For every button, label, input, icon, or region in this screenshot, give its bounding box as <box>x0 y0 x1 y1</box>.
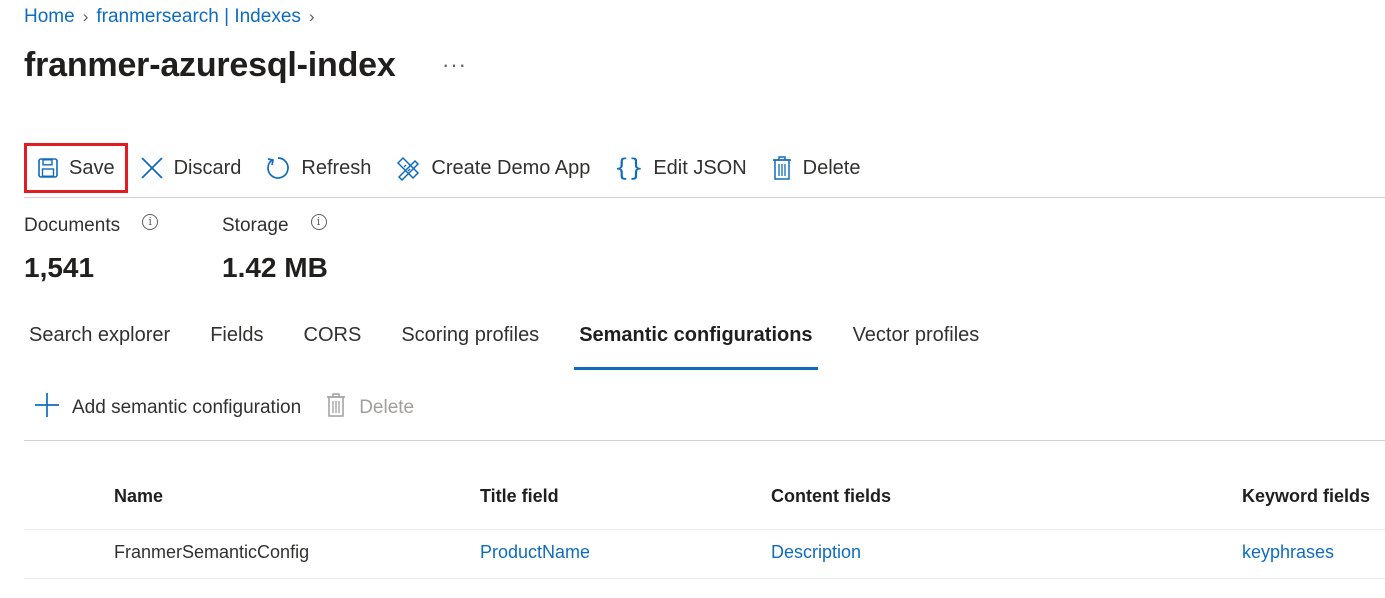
chevron-right-icon: › <box>308 7 315 26</box>
refresh-label: Refresh <box>301 156 372 179</box>
info-icon[interactable]: i <box>310 214 327 230</box>
breadcrumb-home-link[interactable]: Home <box>24 6 75 28</box>
header-divider <box>24 529 1385 530</box>
cell-content-fields-link[interactable]: Description <box>771 542 861 563</box>
storage-label: Storage <box>222 215 289 236</box>
index-tabs: Search explorer Fields CORS Scoring prof… <box>24 316 1014 370</box>
documents-label: Documents <box>24 215 121 236</box>
add-semantic-configuration-button[interactable]: Add semantic configuration <box>34 392 301 424</box>
tab-search-explorer[interactable]: Search explorer <box>24 316 175 362</box>
documents-stat-label: Documents i <box>24 214 159 237</box>
create-demo-app-button[interactable]: Create Demo App <box>383 144 602 192</box>
column-header-name[interactable]: Name <box>114 486 163 507</box>
save-label: Save <box>69 156 115 179</box>
tab-scoring-profiles[interactable]: Scoring profiles <box>396 316 544 362</box>
chevron-right-icon: › <box>82 7 89 26</box>
semantic-config-toolbar: Add semantic configuration Delete <box>34 392 438 424</box>
documents-count: 1,541 <box>24 252 95 283</box>
refresh-button[interactable]: Refresh <box>253 144 383 192</box>
breadcrumb-service-link[interactable]: franmersearch | Indexes <box>96 6 301 28</box>
save-button[interactable]: Save <box>24 143 128 193</box>
tab-cors[interactable]: CORS <box>299 316 367 362</box>
row-divider <box>24 578 1385 579</box>
tab-semantic-configurations[interactable]: Semantic configurations <box>574 316 818 370</box>
close-icon <box>140 156 164 180</box>
save-icon <box>37 157 59 179</box>
discard-label: Discard <box>173 156 242 179</box>
column-header-keyword-fields[interactable]: Keyword fields <box>1242 486 1370 507</box>
info-icon[interactable]: i <box>142 214 159 230</box>
toolbar-divider <box>24 197 1385 198</box>
create-demo-app-label: Create Demo App <box>431 156 591 179</box>
storage-size: 1.42 MB <box>222 252 328 283</box>
edit-json-button[interactable]: {} Edit JSON <box>602 144 758 192</box>
trash-icon <box>325 392 347 424</box>
tab-fields[interactable]: Fields <box>205 316 268 362</box>
subbar-divider <box>24 440 1385 441</box>
edit-json-label: Edit JSON <box>653 156 747 179</box>
column-header-content-fields[interactable]: Content fields <box>771 486 891 507</box>
more-options-icon[interactable]: ··· <box>442 52 467 78</box>
cell-title-field-link[interactable]: ProductName <box>480 542 590 563</box>
add-semantic-configuration-label: Add semantic configuration <box>72 397 302 418</box>
tab-vector-profiles[interactable]: Vector profiles <box>848 316 985 362</box>
delete-semantic-configuration-button[interactable]: Delete <box>325 392 414 424</box>
design-tools-icon <box>395 155 421 181</box>
refresh-icon <box>265 155 291 181</box>
page-title: franmer-azuresql-index <box>24 46 396 84</box>
storage-stat-label: Storage i <box>222 214 327 237</box>
command-toolbar: Save Discard Refresh Create Demo App {} … <box>24 140 872 196</box>
delete-button[interactable]: Delete <box>759 144 873 192</box>
cell-name[interactable]: FranmerSemanticConfig <box>114 542 309 563</box>
column-header-title-field[interactable]: Title field <box>480 486 559 507</box>
delete-label: Delete <box>802 156 861 179</box>
trash-icon <box>771 155 793 181</box>
discard-button[interactable]: Discard <box>128 144 254 192</box>
plus-icon <box>34 392 60 424</box>
cell-keyword-fields-link[interactable]: keyphrases <box>1242 542 1334 563</box>
delete-semantic-configuration-label: Delete <box>359 397 415 418</box>
braces-icon: {} <box>614 154 644 182</box>
breadcrumb: Home › franmersearch | Indexes › <box>24 6 315 28</box>
